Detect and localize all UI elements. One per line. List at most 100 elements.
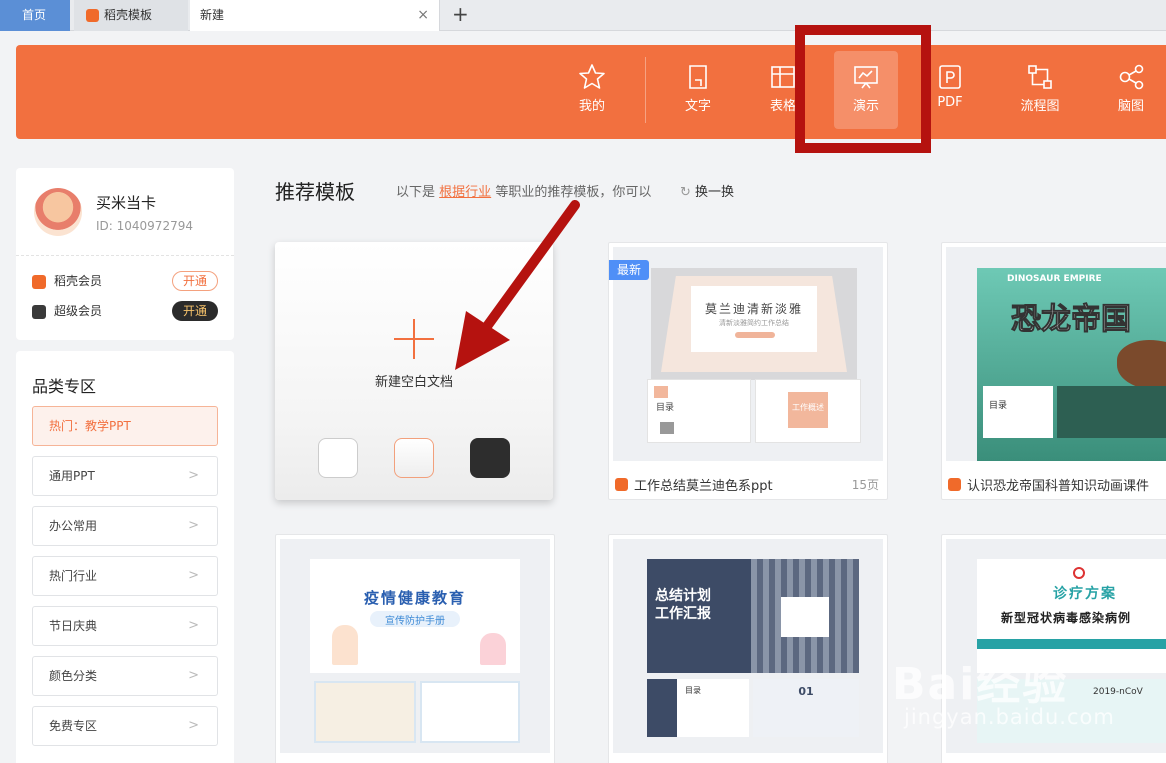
sidebar-item-label: 热门行业 (49, 569, 98, 583)
template-card[interactable]: 疫情健康教育 宣传防护手册 (275, 534, 555, 763)
baidu-jingyan-url: jingyan.baidu.com (904, 705, 1115, 729)
tab-daoke-templates[interactable]: 稻壳模板 (74, 0, 188, 31)
template-title: 工作总结莫兰迪色系ppt (615, 475, 885, 494)
chevron-right-icon: > (188, 518, 199, 533)
new-blank-document-card[interactable]: 新建空白文档 (275, 242, 553, 500)
category-mine[interactable]: 我的 (560, 51, 624, 129)
category-sheet-label: 表格 (769, 99, 796, 114)
sidebar-item-color[interactable]: 颜色分类 > (32, 656, 218, 696)
mindmap-icon (1119, 64, 1144, 90)
chevron-right-icon: > (188, 568, 199, 583)
refresh-label: 换一换 (695, 185, 735, 200)
slide-preview: 目录 (647, 679, 749, 737)
category-flowchart-label: 流程图 (1020, 99, 1060, 114)
new-tab-button[interactable]: + (452, 0, 469, 31)
category-mindmap-label: 脑图 (1117, 99, 1144, 114)
slide-title: 恐龙帝国 (1011, 302, 1132, 338)
divider (645, 57, 646, 123)
slide-section-label: 工作概述 (792, 403, 824, 412)
sidebar-item-festival[interactable]: 节日庆典 > (32, 606, 218, 646)
star-icon (579, 64, 605, 89)
desc-prefix: 以下是 (396, 185, 436, 200)
template-thumbnail: 疫情健康教育 宣传防护手册 (280, 539, 550, 753)
section-title: 推荐模板 (275, 180, 355, 204)
daoke-logo-icon (948, 478, 961, 491)
industry-link[interactable]: 根据行业 (439, 185, 491, 200)
template-thumbnail: 总结计划 工作汇报 目录 01 (613, 539, 883, 753)
slide-subtitle: 新型冠状病毒感染病例 (1001, 611, 1132, 625)
template-thumbnail: 莫兰迪清新淡雅 清新淡雅简约工作总结 目录 工作概述 (613, 247, 883, 461)
doctor-figure (332, 625, 358, 665)
super-member-icon (32, 304, 46, 319)
tab-bar: 首页 稻壳模板 新建 × + (0, 0, 1166, 31)
divider (16, 255, 234, 256)
sidebar-item-label: 通用PPT (49, 469, 95, 483)
close-tab-icon[interactable]: × (417, 0, 429, 31)
template-card[interactable]: 莫兰迪清新淡雅 清新淡雅简约工作总结 目录 工作概述 最新 工作总结莫兰迪色系p… (608, 242, 888, 500)
document-type-bar: 我的 文字 表格 演示 PDF 流程图 脑图 (16, 45, 1166, 139)
desc-suffix: 等职业的推荐模板，你可以 (495, 185, 652, 200)
daoke-member-label: 稻壳会员 (54, 274, 103, 288)
sidebar-item-free[interactable]: 免费专区 > (32, 706, 218, 746)
chevron-right-icon: > (188, 718, 199, 733)
slide-panel (1057, 386, 1166, 438)
section-description: 以下是 根据行业 等职业的推荐模板，你可以 (396, 181, 651, 200)
sidebar-item-label: 颜色分类 (49, 669, 98, 683)
chevron-right-icon: > (188, 468, 199, 483)
user-name: 买米当卡 (96, 194, 157, 212)
sidebar-item-label: 办公常用 (49, 519, 98, 533)
sidebar-item-hot-teaching[interactable]: 热门：教学PPT (32, 406, 218, 446)
slide-preview: 01 (753, 679, 859, 737)
slide-toc-label: 目录 (656, 403, 675, 413)
sidebar-title: 品类专区 (32, 377, 97, 396)
refresh-button[interactable]: ↻ 换一换 (680, 181, 734, 200)
tab-new[interactable]: 新建 × (190, 0, 440, 31)
slide-title: 疫情健康教育 (363, 589, 466, 607)
slide-decor (647, 679, 677, 737)
template-card[interactable]: 总结计划 工作汇报 目录 01 (608, 534, 888, 763)
open-daoke-member-button[interactable]: 开通 (172, 271, 218, 291)
slide-preview: 总结计划 工作汇报 (647, 559, 859, 673)
slide-preview: 疫情健康教育 宣传防护手册 (310, 559, 520, 673)
document-icon (689, 65, 707, 89)
slide-title: 总结计划 (655, 588, 711, 604)
dark-theme-swatch[interactable] (470, 438, 510, 478)
open-super-member-button[interactable]: 开通 (172, 301, 218, 321)
gray-theme-swatch[interactable] (394, 438, 434, 478)
slide-title-line2: 工作汇报 (655, 606, 711, 622)
tab-home[interactable]: 首页 (0, 0, 70, 31)
user-card: 买米当卡 ID: 1040972794 稻壳会员 超级会员 开通 开通 (16, 168, 234, 340)
template-card[interactable]: DINOSAUR EMPIRE 恐龙帝国 目录 认识恐龙帝国科普知识动画课件 (941, 242, 1166, 500)
slide-preview: DINOSAUR EMPIRE 恐龙帝国 目录 (977, 268, 1166, 461)
slide-preview: 莫兰迪清新淡雅 清新淡雅简约工作总结 (651, 268, 857, 380)
daoke-logo-icon (86, 9, 99, 22)
daoke-logo-icon (615, 478, 628, 491)
white-theme-swatch[interactable] (318, 438, 358, 478)
category-flowchart[interactable]: 流程图 (1008, 51, 1072, 129)
table-icon (771, 66, 795, 88)
daoke-member-icon (32, 274, 46, 289)
slide-toc-label: 目录 (685, 686, 701, 695)
category-mindmap[interactable]: 脑图 (1099, 51, 1163, 129)
sidebar-item-industry[interactable]: 热门行业 > (32, 556, 218, 596)
plus-icon (394, 319, 434, 359)
sidebar-item-label: 节日庆典 (49, 619, 98, 633)
new-blank-label: 新建空白文档 (374, 375, 453, 390)
cross-logo-icon (1073, 567, 1085, 579)
slide-title: 莫兰迪清新淡雅 (704, 302, 803, 316)
avatar[interactable] (34, 188, 82, 236)
category-sidebar: 品类专区 热门：教学PPT 通用PPT > 办公常用 > 热门行业 > 节日庆典 > 颜… (16, 351, 234, 763)
chevron-right-icon: > (188, 668, 199, 683)
slide-preview (420, 681, 520, 743)
template-title-text: 工作总结莫兰迪色系ppt (634, 479, 773, 494)
category-pdf-label: PDF (937, 95, 963, 110)
slide-title: 诊疗方案 (1053, 586, 1117, 602)
slide-preview: 工作概述 (755, 379, 861, 443)
sidebar-item-office[interactable]: 办公常用 > (32, 506, 218, 546)
sidebar-item-general-ppt[interactable]: 通用PPT > (32, 456, 218, 496)
template-title-text: 认识恐龙帝国科普知识动画课件 (967, 479, 1150, 494)
pdf-icon (939, 65, 961, 89)
category-writer[interactable]: 文字 (666, 51, 730, 129)
slide-toc-label: 目录 (989, 401, 1008, 411)
slide-panel (983, 386, 1053, 438)
